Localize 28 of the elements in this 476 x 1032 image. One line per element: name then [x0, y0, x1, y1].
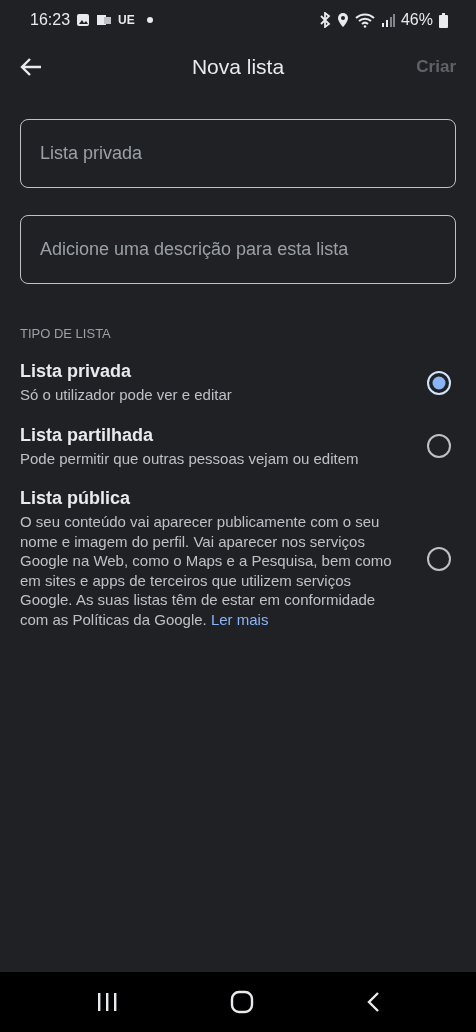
- battery-percent: 46%: [400, 11, 433, 29]
- dot-icon: [146, 17, 153, 23]
- bluetooth-icon: [318, 12, 331, 28]
- screen-title: Nova lista: [191, 55, 285, 78]
- carrier-label: UE: [118, 13, 135, 27]
- text-field[interactable]: Lista privada: [20, 119, 456, 188]
- wifi-icon: [354, 12, 375, 28]
- option-description: Pode permitir que outras pessoas vejam ou editem: [20, 448, 360, 468]
- radio-button[interactable]: [426, 545, 452, 572]
- option-description: Só o utilizador pode ver e editar: [20, 385, 233, 405]
- recent-apps-button[interactable]: [96, 992, 118, 1012]
- home-button[interactable]: [230, 990, 254, 1014]
- radio-button[interactable]: [426, 369, 452, 396]
- radio-button[interactable]: [426, 433, 452, 460]
- location-icon: [336, 12, 349, 28]
- option-description: O seu conteúdo vai aparecer publicamente com o seu nome e imagem do perfil. Vai aparecer nos serviços Google na Web, como o Maps e a Pesquisa, bem como em sites e apps de terceiros que utilizem serviços Google. As suas listas têm de estar em conformidade com as Políticas da Google. Ler mais: [20, 512, 393, 629]
- option-title: Lista privada: [20, 361, 133, 382]
- back-button[interactable]: [20, 57, 42, 77]
- option-title: Lista pública: [20, 488, 132, 509]
- option-title: Lista partilhada: [20, 424, 155, 446]
- signal-icon: [380, 13, 395, 27]
- section-heading: TIPO DE LISTA: [20, 326, 111, 341]
- image-icon: [76, 13, 91, 27]
- status-time: 16:23: [30, 11, 71, 29]
- text-field[interactable]: Adicione uma descrição para esta lista: [20, 215, 456, 284]
- read-more-link[interactable]: Ler mais: [210, 610, 269, 628]
- battery-icon: [439, 12, 448, 28]
- back-nav-button[interactable]: [366, 991, 380, 1013]
